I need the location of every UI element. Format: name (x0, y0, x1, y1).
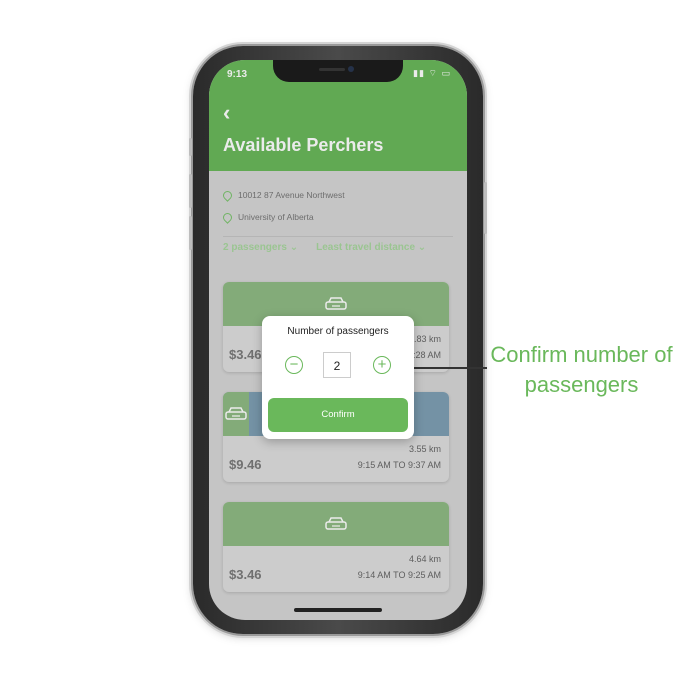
volume-up-button (189, 174, 192, 208)
volume-down-button (189, 216, 192, 250)
mute-switch (189, 138, 192, 156)
plus-icon[interactable]: + (373, 356, 391, 374)
power-button (484, 182, 487, 234)
quantity-value: 2 (323, 352, 351, 378)
modal-title: Number of passengers (287, 326, 389, 337)
annotation-line (409, 367, 487, 369)
camera (348, 66, 354, 72)
app-screen: 9:13 ▮▮ ⌔ ▭ ‹ Available Perchers 10012 8… (209, 60, 467, 620)
annotation-text: Confirm number of passengers (490, 342, 673, 397)
passengers-modal: Number of passengers − 2 + Confirm (262, 316, 414, 439)
minus-icon[interactable]: − (285, 356, 303, 374)
notch (273, 60, 403, 82)
confirm-button[interactable]: Confirm (268, 398, 408, 432)
phone-frame: 9:13 ▮▮ ⌔ ▭ ‹ Available Perchers 10012 8… (189, 46, 487, 634)
home-indicator (294, 608, 382, 612)
speaker (319, 68, 345, 71)
